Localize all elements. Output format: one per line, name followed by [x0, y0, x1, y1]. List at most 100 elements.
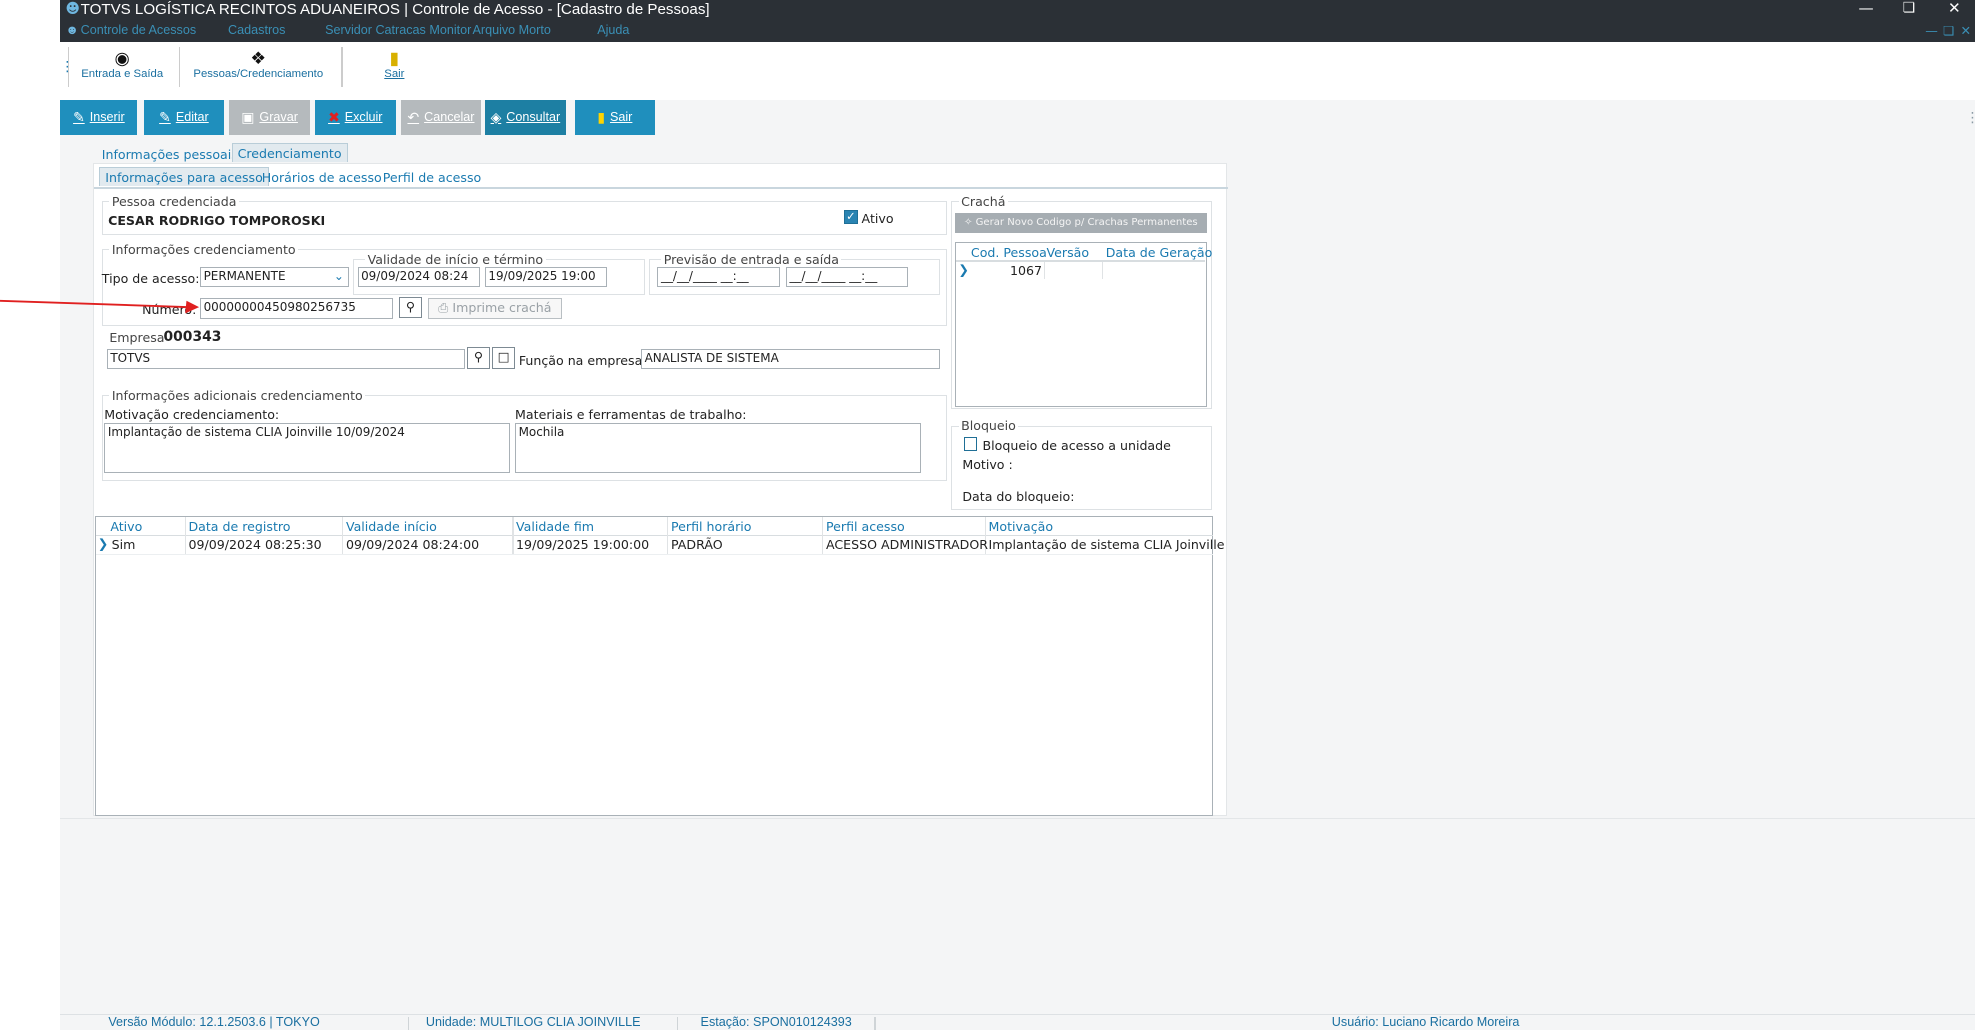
grid-col-data-registro: Data de registro — [188, 518, 291, 534]
button-label: Consultar — [506, 110, 561, 125]
new-document-icon: □ — [497, 349, 510, 365]
minimize-icon[interactable]: — — [1858, 0, 1873, 17]
sair-button[interactable]: ▮ Sair — [574, 99, 656, 135]
validade-inicio-field[interactable]: 09/09/2024 08:24 — [357, 266, 480, 287]
tab-horarios-acesso[interactable]: Horários de acesso — [257, 169, 387, 187]
motivacao-label: Motivação credenciamento: — [104, 406, 280, 422]
search-numero-button[interactable]: ⚲ — [399, 297, 422, 319]
table-row[interactable]: Sim 09/09/2024 08:25:30 09/09/2024 08:24… — [96, 536, 1225, 554]
status-versao: Versão Módulo: 12.1.2503.6 | TOKYO — [108, 1015, 320, 1030]
consultar-button[interactable]: ◈ Consultar — [485, 99, 566, 135]
cracha-grid: Cod. Pessoa Versão Data de Geração ❯ 106… — [954, 241, 1212, 407]
tipo-acesso-select[interactable]: PERMANENTE ⌄ — [200, 266, 349, 287]
button-label: Gerar Novo Codigo p/ Crachas Permanentes — [975, 216, 1198, 228]
menu-arquivo-morto[interactable]: Arquivo Morto — [472, 23, 550, 37]
button-label: Gravar — [259, 110, 298, 125]
sparkle-icon: ✧ — [963, 216, 976, 228]
cracha-group-label: Crachá — [958, 193, 1008, 209]
cell-perfil-horario: PADRÃO — [671, 537, 723, 553]
table-row[interactable]: 1067 — [956, 262, 1205, 280]
bloqueio-checkbox[interactable] — [963, 436, 978, 451]
toolbar-label: Sair — [384, 68, 405, 81]
toolbar-divider — [178, 46, 181, 87]
inserir-button[interactable]: ✎ Inserir — [60, 99, 138, 135]
save-icon: ▣ — [241, 108, 255, 125]
restore-icon[interactable]: ❏ — [1903, 0, 1915, 16]
menu-servidor-catracas[interactable]: Servidor Catracas Monitor — [325, 23, 471, 37]
insert-icon: ✎ — [73, 108, 85, 125]
cell-validade-inicio: 09/09/2024 08:24:00 — [345, 537, 480, 553]
form-panel: Informações pessoais Credenciamento Info… — [93, 143, 1229, 817]
motivacao-textarea[interactable]: Implantação de sistema CLIA Joinville 10… — [104, 423, 511, 474]
previsao-entrada-field[interactable]: __/__/____ __:__ — [657, 266, 780, 287]
excluir-button[interactable]: ✖ Excluir — [314, 99, 396, 135]
validade-fim-field[interactable]: 19/09/2025 19:00 — [484, 266, 608, 287]
materiais-label: Materiais e ferramentas de trabalho: — [515, 406, 747, 422]
tab-credenciamento[interactable]: Credenciamento — [231, 143, 348, 162]
toolbar-entrada-saida[interactable]: ◉ Entrada e Saída — [78, 49, 166, 80]
materiais-textarea[interactable]: Mochila — [515, 423, 921, 474]
empresa-field[interactable]: TOTVS — [106, 348, 465, 369]
mdi-minimize-icon[interactable]: — — [1925, 23, 1938, 38]
grid-col-divider — [1101, 261, 1104, 280]
cracha-col-cod-pessoa: Cod. Pessoa — [970, 245, 1047, 261]
tab-informacoes-acesso[interactable]: Informações para acesso — [99, 167, 269, 186]
cracha-col-versao: Versão — [1046, 245, 1090, 261]
grid-row-divider — [96, 553, 1213, 556]
grid-col-ativo: Ativo — [110, 518, 143, 534]
tab-underline — [94, 187, 1229, 189]
cancelar-button[interactable]: ↶ Cancelar — [400, 99, 482, 135]
new-empresa-button[interactable]: □ — [492, 347, 516, 369]
close-icon[interactable]: ✕ — [1948, 0, 1961, 17]
previsao-saida-field[interactable]: __/__/____ __:__ — [785, 266, 909, 287]
status-usuario: Usuário: Luciano Ricardo Moreira — [1331, 1015, 1520, 1030]
search-empresa-button[interactable]: ⚲ — [467, 347, 490, 369]
validade-group-label: Validade de início e término — [365, 251, 546, 267]
toolbar-divider — [68, 46, 70, 87]
button-label: Excluir — [344, 110, 383, 125]
cell-ativo: Sim — [111, 537, 136, 553]
menu-controle-acessos[interactable]: Controle de Acessos — [81, 23, 197, 37]
editar-button[interactable]: ✎ Editar — [143, 99, 225, 135]
grid-col-perfil-horario: Perfil horário — [671, 518, 752, 534]
menu-cadastros[interactable]: Cadastros — [228, 23, 285, 37]
button-label: Editar — [175, 110, 209, 125]
credenciamentos-grid: Ativo Data de registro Validade início V… — [95, 516, 1225, 817]
chevron-down-icon: ⌄ — [333, 268, 344, 283]
printer-icon: ⎙ — [438, 300, 453, 316]
tab-perfil-acesso[interactable]: Perfil de acesso — [378, 169, 487, 187]
mdi-restore-icon[interactable]: ❏ — [1943, 23, 1954, 38]
numero-field[interactable]: 00000000450980256735 — [200, 298, 393, 319]
mdi-close-icon[interactable]: ✕ — [1961, 23, 1972, 38]
grid-col-validade-fim: Validade fim — [516, 518, 595, 534]
exit-door-icon: ▮ — [597, 108, 605, 125]
title-bar: ☻ TOTVS LOGÍSTICA RECINTOS ADUANEIROS | … — [60, 0, 1975, 42]
toolbar-pessoas-credenciamento[interactable]: ❖ Pessoas/Credenciamento — [192, 49, 326, 80]
status-estacao: Estação: SPON010124393 — [700, 1015, 852, 1030]
menu-ajuda[interactable]: Ajuda — [597, 23, 629, 37]
tipo-acesso-label: Tipo de acesso: — [101, 270, 200, 286]
toolbar-sair[interactable]: ▮ Sair — [375, 49, 413, 80]
tab-informacoes-pessoais[interactable]: Informações pessoais — [97, 146, 243, 164]
panel-divider — [60, 817, 1975, 819]
imprime-cracha-button[interactable]: ⎙ Imprime crachá — [428, 298, 562, 319]
button-label: Inserir — [89, 110, 125, 125]
status-divider — [676, 1016, 678, 1030]
main-area: ✎ Inserir ✎ Editar ▣ Gravar ✖ Excluir ↶ Cance… — [60, 99, 1975, 1015]
annotation-arrow — [0, 300, 200, 314]
cell-data-registro: 09/09/2024 08:25:30 — [188, 537, 322, 553]
app-user-icon: ☻ — [65, 1, 80, 18]
gerar-codigo-button[interactable]: ✧ Gerar Novo Codigo p/ Crachas Permanent… — [954, 212, 1207, 233]
ativo-checkbox[interactable]: ✓ — [843, 210, 858, 224]
exit-door-icon: ▮ — [389, 48, 400, 69]
empresa-label: Empresa — [109, 329, 165, 345]
motivo-label: Motivo : — [962, 457, 1013, 473]
people-icon: ❖ — [250, 48, 267, 69]
funcao-field[interactable]: ANALISTA DE SISTEMA — [641, 348, 940, 369]
empresa-codigo: 000343 — [163, 328, 222, 345]
cell-cod-pessoa: 1067 — [1009, 262, 1043, 278]
button-label: Sair — [609, 110, 633, 125]
magnifier-icon: ⚲ — [405, 299, 416, 315]
status-unidade: Unidade: MULTILOG CLIA JOINVILLE — [425, 1015, 641, 1030]
gravar-button[interactable]: ▣ Gravar — [229, 99, 310, 135]
